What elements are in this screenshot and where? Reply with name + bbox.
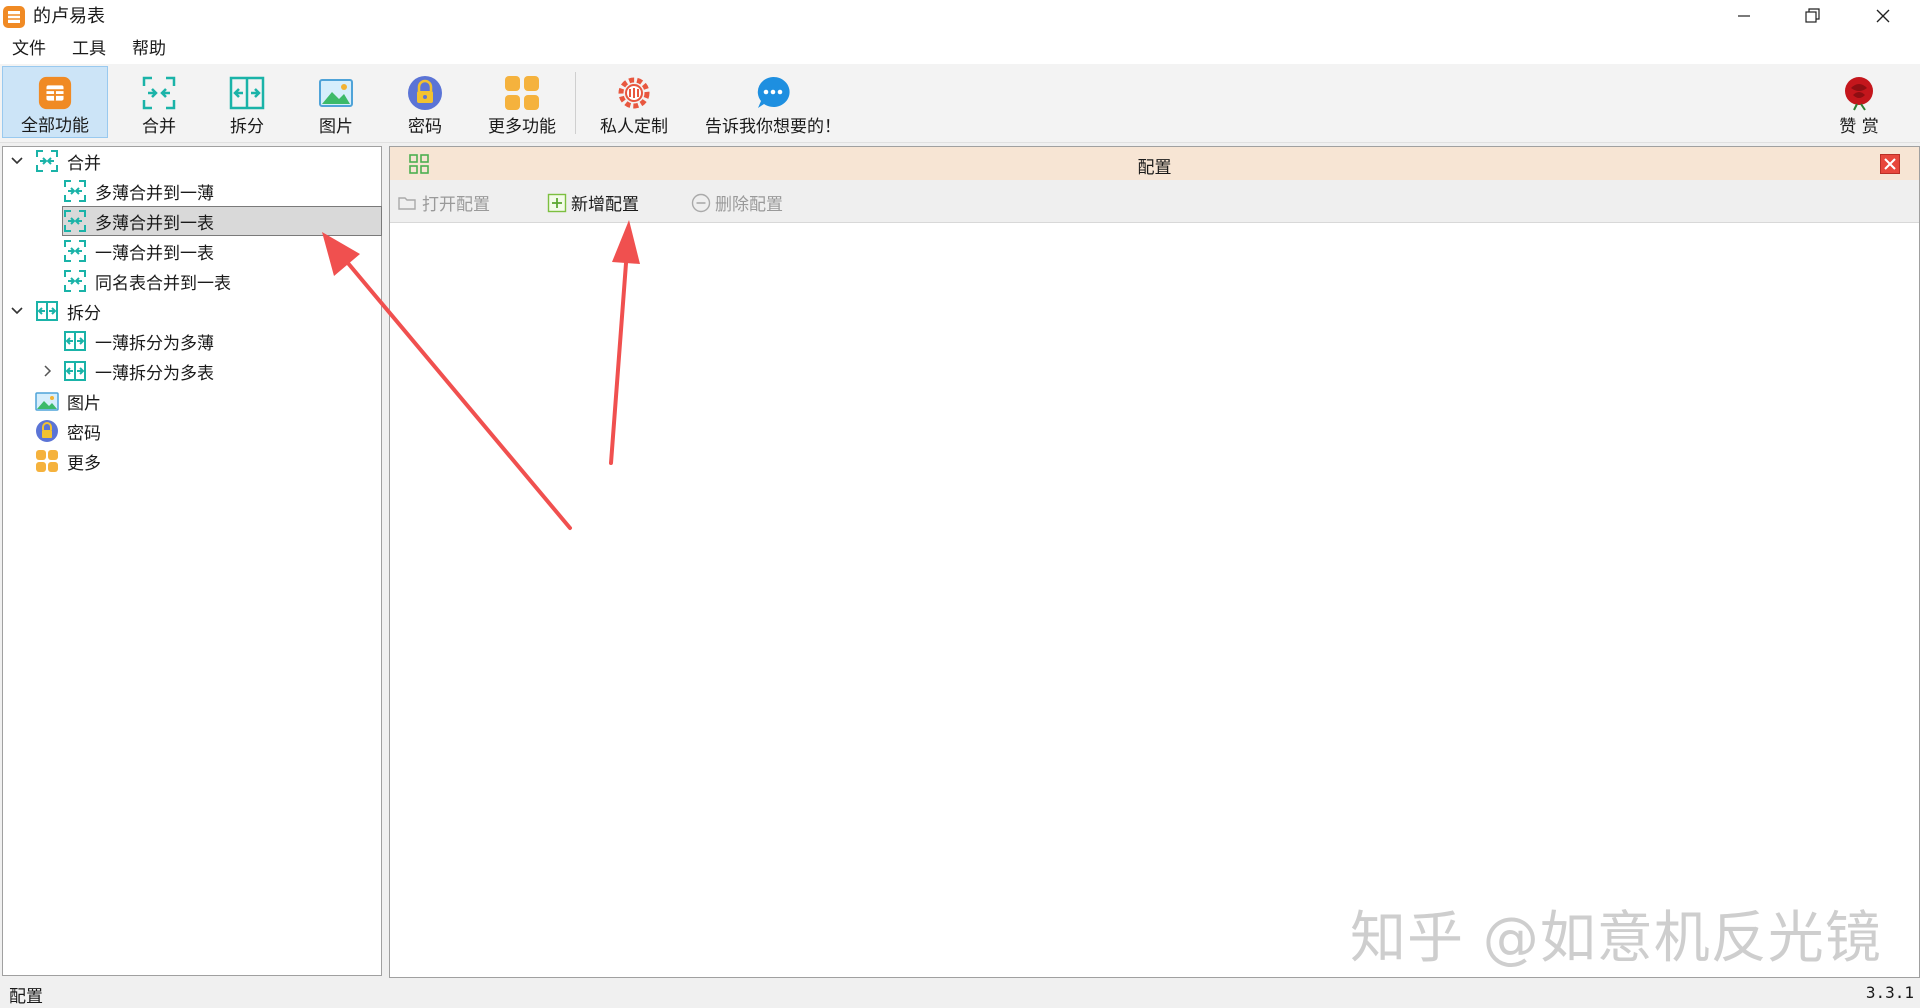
- toolbar-donate-button[interactable]: 赞 赏: [1822, 66, 1896, 138]
- grid-app-icon: [38, 76, 72, 110]
- menu-bar: 文件 工具 帮助: [0, 34, 1920, 64]
- toolbar-feedback-button[interactable]: 告诉我你想要的！: [697, 66, 849, 138]
- merge-icon: [64, 240, 86, 262]
- status-bar: 配置 3.3.1: [0, 978, 1920, 1008]
- tree-label: 更多: [67, 453, 101, 474]
- tree-item-split-book-to-books[interactable]: 一薄拆分为多薄: [63, 327, 381, 355]
- restore-icon: [1805, 8, 1820, 23]
- folder-open-icon: [398, 196, 416, 210]
- chevron-down-icon[interactable]: [9, 153, 25, 169]
- toolbar-label: 更多功能: [488, 117, 556, 137]
- split-icon: [36, 301, 58, 321]
- add-config-button[interactable]: 新增配置: [547, 190, 639, 215]
- tree-label: 一薄合并到一表: [95, 243, 214, 264]
- tree-node-split[interactable]: 拆分: [3, 297, 381, 325]
- minimize-icon: [1738, 15, 1750, 17]
- restore-button[interactable]: [1779, 0, 1845, 34]
- toolbar-label: 合并: [142, 117, 176, 137]
- toolbar-label: 密码: [408, 117, 442, 137]
- menu-tools[interactable]: 工具: [72, 37, 106, 61]
- toolbar-separator: [575, 72, 576, 134]
- tree-node-more[interactable]: 更多: [35, 447, 381, 475]
- tree-label: 拆分: [67, 303, 101, 324]
- function-tree: 合并 多薄合并到一薄 多薄合并到一表 一薄合并到一表 同名表合并到一表 拆分 一…: [2, 146, 382, 976]
- tree-label: 同名表合并到一表: [95, 273, 231, 294]
- tree-item-merge-books-to-sheet[interactable]: 多薄合并到一表: [62, 206, 382, 236]
- lock-icon: [408, 76, 442, 110]
- tree-label: 一薄拆分为多薄: [95, 333, 214, 354]
- action-label: 删除配置: [715, 195, 783, 215]
- picture-icon: [35, 392, 59, 411]
- close-icon: [1876, 9, 1890, 23]
- toolbar-label: 告诉我你想要的！: [705, 117, 841, 137]
- toolbar-merge-button[interactable]: 合并: [124, 66, 194, 138]
- toolbar: 全部功能 合并 拆分 图片 密码 更多功能 私人定制 告诉我你想要的！ 赞 赏: [0, 64, 1920, 143]
- more-functions-icon: [36, 450, 58, 472]
- tree-node-picture[interactable]: 图片: [35, 387, 381, 415]
- action-label: 新增配置: [571, 195, 639, 215]
- config-action-bar: 打开配置 新增配置 删除配置: [390, 180, 1919, 223]
- tree-label: 一薄拆分为多表: [95, 363, 214, 384]
- action-label: 打开配置: [422, 195, 490, 215]
- tree-item-merge-book-to-sheet[interactable]: 一薄合并到一表: [63, 237, 381, 265]
- app-logo-icon: [3, 6, 25, 28]
- merge-icon: [64, 210, 86, 232]
- merge-icon: [142, 76, 176, 110]
- version-label: 3.3.1: [1865, 983, 1914, 1002]
- customize-icon: [618, 77, 650, 109]
- toolbar-label: 赞 赏: [1839, 117, 1879, 137]
- tree-item-merge-same-name-sheets[interactable]: 同名表合并到一表: [63, 267, 381, 295]
- panel-close-icon[interactable]: [1880, 154, 1900, 174]
- toolbar-picture-button[interactable]: 图片: [301, 66, 371, 138]
- rose-icon: [1845, 77, 1873, 111]
- merge-icon: [36, 150, 58, 172]
- tree-label: 多薄合并到一薄: [95, 183, 214, 204]
- watermark: 知乎 @如意机反光镜: [1350, 906, 1882, 971]
- picture-icon: [319, 79, 353, 107]
- tree-label: 多薄合并到一表: [95, 213, 214, 234]
- chevron-right-icon[interactable]: [39, 363, 55, 379]
- merge-icon: [64, 180, 86, 202]
- menu-file[interactable]: 文件: [12, 37, 46, 61]
- delete-config-button[interactable]: 删除配置: [691, 190, 783, 215]
- window-title: 的卢易表: [33, 6, 105, 27]
- status-text: 配置: [9, 987, 43, 1007]
- split-icon: [229, 76, 265, 110]
- open-config-button[interactable]: 打开配置: [398, 190, 490, 215]
- lock-icon: [36, 420, 58, 442]
- menu-help[interactable]: 帮助: [132, 37, 166, 61]
- tree-item-split-book-to-sheets[interactable]: 一薄拆分为多表: [39, 357, 381, 385]
- tree-node-merge[interactable]: 合并: [3, 147, 381, 175]
- minimize-button[interactable]: [1711, 0, 1777, 34]
- panel-title: 配置: [1137, 158, 1172, 178]
- more-functions-icon: [505, 76, 539, 110]
- toolbar-customize-button[interactable]: 私人定制: [592, 66, 676, 138]
- split-icon: [64, 361, 86, 381]
- chevron-down-icon[interactable]: [9, 303, 25, 319]
- title-bar: 的卢易表: [0, 0, 1920, 34]
- merge-icon: [64, 270, 86, 292]
- tree-node-password[interactable]: 密码: [35, 417, 381, 445]
- panel-header: 配置: [390, 147, 1919, 180]
- toolbar-label: 拆分: [230, 117, 264, 137]
- tree-label: 密码: [67, 423, 101, 444]
- toolbar-more-functions-button[interactable]: 更多功能: [478, 66, 566, 138]
- remove-icon: [691, 193, 711, 212]
- split-icon: [64, 331, 86, 351]
- toolbar-label: 全部功能: [21, 116, 89, 136]
- add-icon: [547, 193, 567, 212]
- close-window-button[interactable]: [1850, 0, 1916, 34]
- tree-item-merge-books-to-book[interactable]: 多薄合并到一薄: [63, 177, 381, 205]
- chat-bubble-icon: [757, 76, 790, 108]
- toolbar-password-button[interactable]: 密码: [390, 66, 460, 138]
- toolbar-all-functions-button[interactable]: 全部功能: [2, 66, 108, 138]
- config-panel: 配置 打开配置 新增配置 删除配置: [389, 146, 1920, 978]
- toolbar-label: 私人定制: [600, 117, 668, 137]
- toolbar-label: 图片: [319, 117, 353, 137]
- tree-label: 图片: [67, 393, 101, 414]
- tree-label: 合并: [67, 153, 101, 174]
- toolbar-split-button[interactable]: 拆分: [212, 66, 282, 138]
